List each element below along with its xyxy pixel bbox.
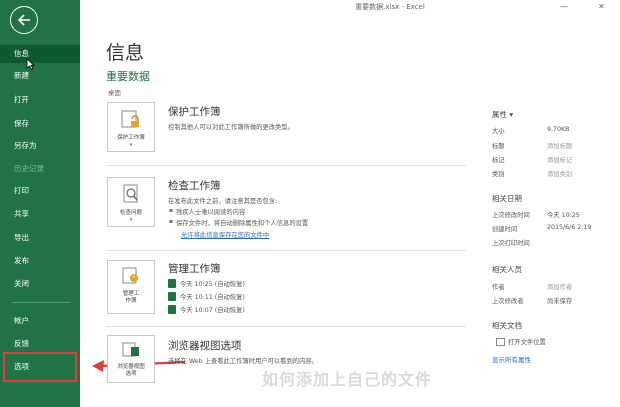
- check-issues-tile-label: 检查问题: [119, 210, 142, 216]
- prop-label: 上次打印时间: [492, 240, 530, 247]
- prop-category-field[interactable]: 添加类别: [547, 169, 572, 178]
- created-value: 2015/6/6 2:19: [547, 224, 592, 231]
- minimize-button[interactable]: —: [560, 2, 568, 11]
- properties-heading[interactable]: 属性 ▾: [492, 109, 513, 120]
- prop-label: 作者: [492, 284, 505, 291]
- browser-view-title: 浏览器视图选项: [168, 340, 242, 352]
- prop-label: 上次修改时间: [492, 212, 530, 219]
- excel-file-icon: [168, 305, 176, 314]
- chevron-down-icon: ▾: [129, 142, 133, 148]
- excel-file-icon: [168, 279, 176, 288]
- version-item[interactable]: 今天 10:11 (自动恢复): [168, 292, 245, 301]
- inspect-description: 在发布此文件之前，请注意其是否包含:: [168, 198, 278, 205]
- document-name: 重要数据: [106, 70, 150, 83]
- browser-view-icon: [120, 336, 142, 362]
- version-item[interactable]: 今天 10:07 (自动恢复): [168, 305, 245, 314]
- protect-workbook-button[interactable]: 保护工作簿 ▾: [107, 102, 155, 152]
- manage-workbook-button[interactable]: 管理工 作簿: [107, 260, 155, 314]
- related-docs-heading: 相关文档: [492, 321, 522, 330]
- section-divider: [106, 250, 466, 251]
- browser-tile-label-1: 浏览器视图: [117, 364, 145, 370]
- open-file-location-button[interactable]: 打开文件位置: [496, 337, 546, 346]
- add-author-field[interactable]: 添加作者: [547, 282, 572, 291]
- prop-label: 标题: [492, 143, 505, 150]
- protect-tile-label: 保护工作簿: [117, 135, 145, 141]
- show-all-properties-link[interactable]: 显示所有属性: [492, 354, 531, 364]
- window-title: 重要数据.xlsx - Excel: [355, 3, 425, 11]
- inspect-document-icon: [120, 178, 142, 208]
- version-label: 今天 10:07 (自动恢复): [180, 307, 245, 314]
- prop-title-field[interactable]: 添加标题: [547, 141, 572, 150]
- last-modified-by-value: 尚未保存: [547, 298, 573, 305]
- folder-icon: [496, 337, 505, 346]
- check-issues-button[interactable]: 检查问题 ▾: [107, 177, 155, 227]
- lock-icon: [120, 103, 142, 133]
- prop-label: 类别: [492, 171, 505, 178]
- page-title: 信息: [106, 42, 145, 64]
- inspect-title: 检查工作簿: [168, 180, 221, 192]
- related-dates-heading: 相关日期: [492, 194, 522, 203]
- manage-tile-label-2: 作簿: [125, 298, 137, 304]
- browser-view-options-button[interactable]: 浏览器视图 选项: [107, 335, 155, 383]
- last-modified-value: 今天 10:25: [547, 212, 580, 219]
- open-file-location-label: 打开文件位置: [508, 339, 546, 346]
- manage-document-icon: [120, 261, 142, 289]
- prop-label: 标记: [492, 157, 505, 164]
- prop-label: 上次修改者: [492, 298, 524, 305]
- prop-label: 大小: [492, 128, 505, 135]
- allow-save-info-link[interactable]: 允许将此信息保存在您的文件中: [181, 230, 269, 239]
- prop-tags-field[interactable]: 添加标记: [547, 155, 572, 164]
- version-label: 今天 10:11 (自动恢复): [180, 294, 245, 301]
- excel-file-icon: [168, 292, 176, 301]
- section-divider: [106, 326, 466, 327]
- manage-title: 管理工作簿: [168, 263, 221, 275]
- close-button[interactable]: ✕: [598, 2, 605, 11]
- version-item[interactable]: 今天 10:25 (自动恢复): [168, 279, 245, 288]
- inspect-bullet: 保存文件时，将自动删除属性和个人信息的设置: [169, 218, 308, 227]
- inspect-bullet: 残疾人士难以阅读的内容: [169, 207, 245, 216]
- document-path: 桌面: [108, 89, 121, 97]
- prop-label: 创建时间: [492, 226, 518, 233]
- section-divider: [106, 165, 466, 166]
- related-people-heading: 相关人员: [492, 265, 522, 274]
- manage-tile-label-1: 管理工: [122, 291, 140, 297]
- prop-size-value: 9.70KB: [547, 126, 570, 133]
- protect-description: 控制其他人可以对此工作簿所做的更改类型。: [168, 124, 294, 131]
- chevron-down-icon: ▾: [509, 110, 514, 119]
- browser-tile-label-2: 选项: [125, 371, 137, 377]
- protect-title: 保护工作簿: [168, 106, 221, 118]
- chevron-down-icon: ▾: [129, 217, 133, 223]
- browser-view-description: 选择在 Web 上查看此工作簿时用户可以看到的内容。: [168, 358, 318, 365]
- watermark: 如何添加上自己的文件: [262, 370, 433, 389]
- version-label: 今天 10:25 (自动恢复): [180, 281, 245, 288]
